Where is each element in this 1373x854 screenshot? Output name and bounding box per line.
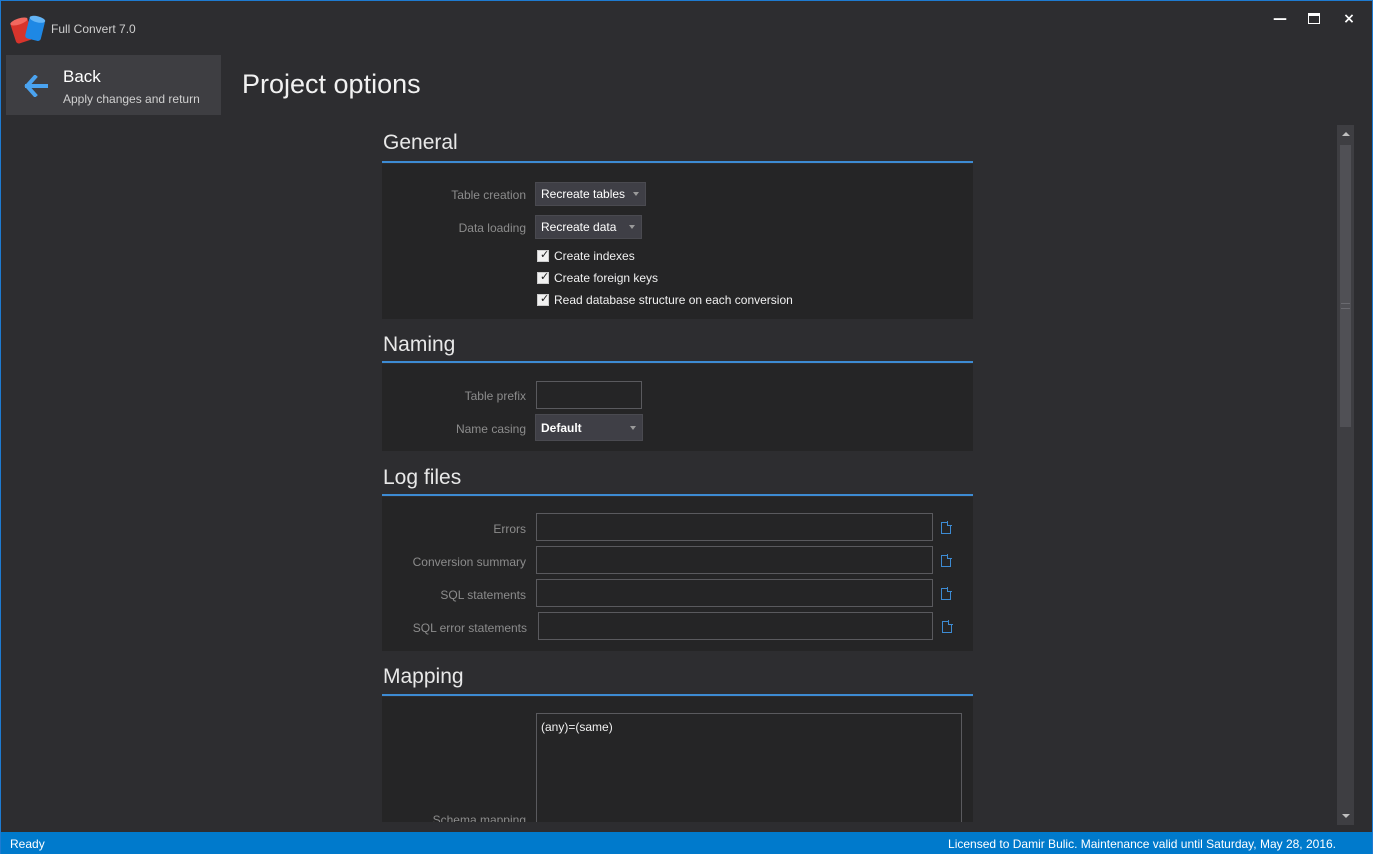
section-title-log-files: Log files <box>383 466 462 489</box>
conversion-summary-label: Conversion summary <box>412 555 526 569</box>
license-text: Licensed to Damir Bulic. Maintenance val… <box>948 837 1336 851</box>
table-creation-dropdown[interactable]: Recreate tables <box>535 182 646 206</box>
page-title: Project options <box>242 69 421 99</box>
close-icon[interactable]: × <box>1337 9 1361 29</box>
read-structure-label: Read database structure on each conversi… <box>554 293 793 307</box>
back-button[interactable]: Back Apply changes and return <box>6 55 221 115</box>
app-logo-icon <box>10 15 46 44</box>
data-loading-value: Recreate data <box>541 220 617 234</box>
back-sublabel: Apply changes and return <box>63 92 200 106</box>
table-prefix-label: Table prefix <box>464 389 526 403</box>
checkmark-icon: ✓ <box>540 248 550 261</box>
name-casing-dropdown[interactable]: Default <box>535 414 643 441</box>
section-title-naming: Naming <box>383 333 456 356</box>
vertical-scrollbar[interactable] <box>1337 125 1354 825</box>
minimize-icon[interactable]: — <box>1268 9 1292 29</box>
sql-statements-label: SQL statements <box>440 588 526 602</box>
section-title-general: General <box>383 131 458 154</box>
sql-error-statements-label: SQL error statements <box>412 621 527 635</box>
section-divider <box>382 161 973 163</box>
chevron-down-icon <box>633 192 639 196</box>
grip-icon <box>1341 303 1350 309</box>
app-window: Full Convert 7.0 — × Back Apply changes … <box>0 0 1373 854</box>
create-foreign-keys-label: Create foreign keys <box>554 271 659 285</box>
browse-file-icon[interactable] <box>942 620 953 633</box>
scroll-thumb[interactable] <box>1340 145 1351 427</box>
name-casing-value: Default <box>541 421 582 435</box>
data-loading-label: Data loading <box>458 221 526 235</box>
errors-input[interactable] <box>536 513 933 541</box>
sql-error-statements-input[interactable] <box>538 612 933 640</box>
naming-panel <box>382 364 973 451</box>
section-divider <box>382 694 973 696</box>
options-scroll-area: General Table creation Recreate tables D… <box>1 121 1337 822</box>
arrow-left-icon <box>24 75 48 97</box>
checkmark-icon: ✓ <box>540 292 550 305</box>
checkmark-icon: ✓ <box>540 270 550 283</box>
status-bar: Ready Licensed to Damir Bulic. Maintenan… <box>1 832 1372 854</box>
schema-mapping-label: Schema mapping <box>432 813 526 822</box>
table-creation-value: Recreate tables <box>541 187 626 201</box>
section-title-mapping: Mapping <box>383 665 464 688</box>
schema-mapping-input[interactable]: (any)=(same) <box>536 713 962 822</box>
status-text: Ready <box>10 837 45 851</box>
data-loading-dropdown[interactable]: Recreate data <box>535 215 642 239</box>
section-divider <box>382 494 973 496</box>
maximize-icon[interactable] <box>1302 9 1326 29</box>
scroll-up-icon[interactable] <box>1337 125 1354 143</box>
read-structure-checkbox[interactable]: ✓ <box>537 292 550 306</box>
create-foreign-keys-checkbox[interactable]: ✓ <box>537 270 550 284</box>
table-creation-label: Table creation <box>451 188 526 202</box>
browse-file-icon[interactable] <box>941 521 952 534</box>
create-indexes-label: Create indexes <box>554 249 635 263</box>
table-prefix-input[interactable] <box>536 381 642 409</box>
chevron-down-icon <box>630 426 636 430</box>
create-indexes-checkbox[interactable]: ✓ <box>537 248 550 262</box>
browse-file-icon[interactable] <box>941 554 952 567</box>
app-title: Full Convert 7.0 <box>51 22 136 36</box>
back-label: Back <box>63 67 101 86</box>
name-casing-label: Name casing <box>455 422 526 436</box>
scroll-down-icon[interactable] <box>1337 807 1354 825</box>
sql-statements-input[interactable] <box>536 579 933 607</box>
conversion-summary-input[interactable] <box>536 546 933 574</box>
section-divider <box>382 361 973 363</box>
title-bar: Full Convert 7.0 — × <box>1 1 1372 51</box>
errors-label: Errors <box>493 522 526 536</box>
browse-file-icon[interactable] <box>941 587 952 600</box>
chevron-down-icon <box>629 225 635 229</box>
